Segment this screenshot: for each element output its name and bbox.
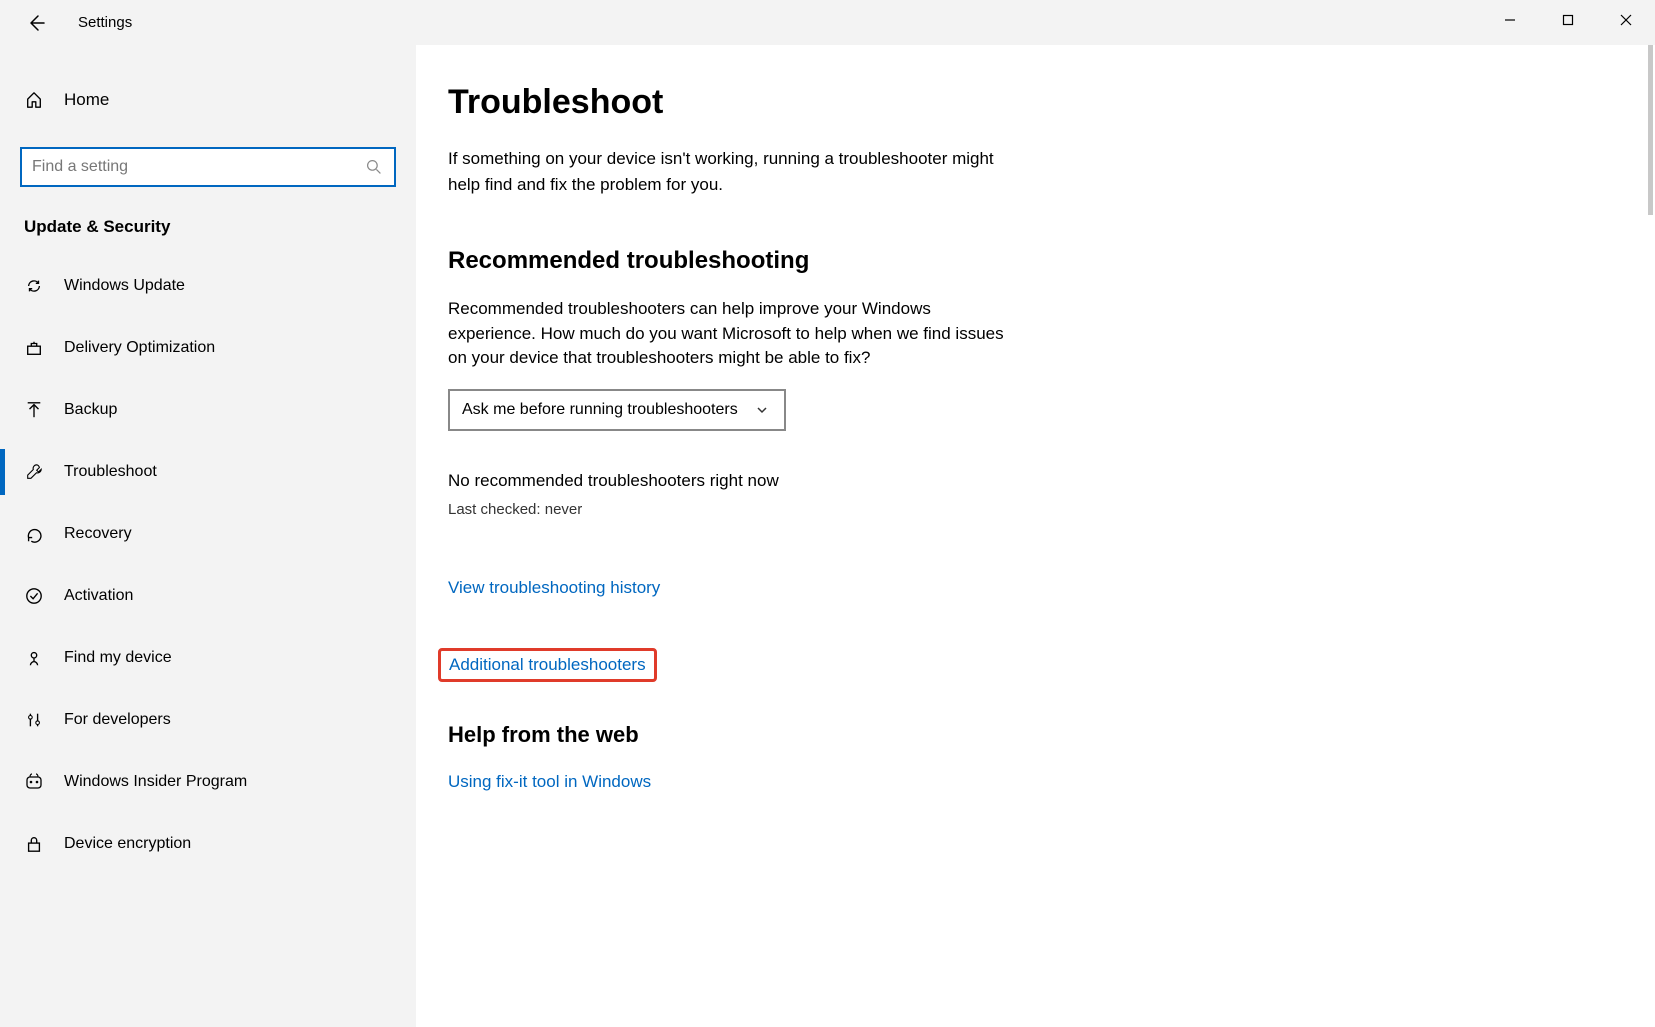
sidebar-item-label: Troubleshoot [64,463,157,481]
lock-icon [24,834,44,854]
sidebar-item-windows-insider[interactable]: Windows Insider Program [0,751,416,813]
close-button[interactable] [1597,0,1655,40]
help-heading: Help from the web [448,722,1008,748]
minimize-button[interactable] [1481,0,1539,40]
home-icon [24,90,44,110]
dropdown-value: Ask me before running troubleshooters [462,401,738,419]
sidebar-item-label: Find my device [64,649,172,667]
sidebar: Home Update & Security Windows Update De… [0,45,416,1027]
view-history-link[interactable]: View troubleshooting history [448,578,660,598]
wrench-icon [24,462,44,482]
search-input[interactable] [32,158,364,176]
recommended-description: Recommended troubleshooters can help imp… [448,297,1008,371]
arrow-left-icon [26,13,46,33]
sidebar-item-windows-update[interactable]: Windows Update [0,255,416,317]
sidebar-item-troubleshoot[interactable]: Troubleshoot [0,441,416,503]
sidebar-item-label: Backup [64,401,117,419]
highlight-annotation: Additional troubleshooters [438,648,657,682]
sidebar-item-label: Recovery [64,525,132,543]
scrollbar-thumb[interactable] [1648,45,1653,215]
troubleshoot-preference-dropdown[interactable]: Ask me before running troubleshooters [448,389,786,431]
close-icon [1620,14,1632,26]
help-link-fixit[interactable]: Using fix-it tool in Windows [448,772,651,792]
sidebar-item-activation[interactable]: Activation [0,565,416,627]
sync-icon [24,276,44,296]
back-button[interactable] [22,9,50,37]
sidebar-item-backup[interactable]: Backup [0,379,416,441]
sidebar-item-device-encryption[interactable]: Device encryption [0,813,416,875]
window-controls [1481,0,1655,40]
main-content: Troubleshoot If something on your device… [416,45,1655,1027]
recovery-icon [24,524,44,544]
home-label: Home [64,90,109,110]
chevron-down-icon [752,400,772,420]
minimize-icon [1504,14,1516,26]
insider-icon [24,772,44,792]
last-checked-text: Last checked: never [448,501,1008,518]
sidebar-item-for-developers[interactable]: For developers [0,689,416,751]
sidebar-item-label: Windows Update [64,277,185,295]
sidebar-item-label: Windows Insider Program [64,773,247,791]
sidebar-item-find-my-device[interactable]: Find my device [0,627,416,689]
sidebar-item-label: Activation [64,587,133,605]
title-bar: Settings [0,0,1655,45]
developers-icon [24,710,44,730]
maximize-button[interactable] [1539,0,1597,40]
sidebar-item-recovery[interactable]: Recovery [0,503,416,565]
maximize-icon [1562,14,1574,26]
location-icon [24,648,44,668]
intro-text: If something on your device isn't workin… [448,146,1008,197]
window-title: Settings [78,14,132,31]
search-box[interactable] [20,147,396,187]
sidebar-item-delivery-optimization[interactable]: Delivery Optimization [0,317,416,379]
check-circle-icon [24,586,44,606]
home-link[interactable]: Home [0,75,416,125]
sidebar-item-label: For developers [64,711,171,729]
delivery-icon [24,338,44,358]
page-title: Troubleshoot [448,83,1008,122]
sidebar-item-label: Delivery Optimization [64,339,215,357]
sidebar-section-title: Update & Security [0,211,416,255]
additional-troubleshooters-link[interactable]: Additional troubleshooters [449,655,646,675]
sidebar-item-label: Device encryption [64,835,191,853]
search-icon [364,157,384,177]
status-text: No recommended troubleshooters right now [448,471,1008,491]
recommended-heading: Recommended troubleshooting [448,247,1008,275]
backup-icon [24,400,44,420]
